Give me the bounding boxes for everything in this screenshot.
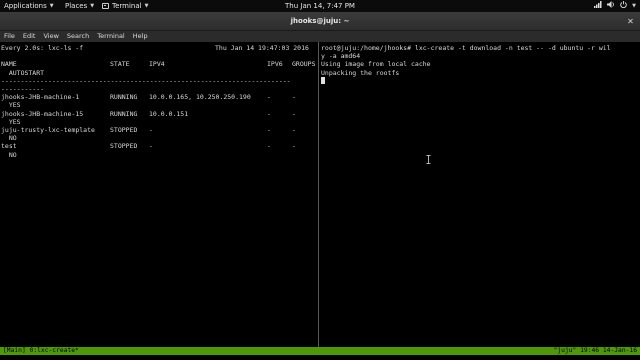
chevron-down-icon: ▼ bbox=[144, 3, 149, 9]
terminal-output-line: STOPPED bbox=[110, 126, 138, 134]
menu-help[interactable]: Help bbox=[129, 31, 152, 42]
pane-divider[interactable] bbox=[318, 42, 319, 347]
terminal-area[interactable]: Every 2.0s: lxc-ls -f Thu Jan 14 19:47:03… bbox=[0, 42, 640, 347]
bottom-strip bbox=[0, 355, 640, 360]
text-cursor-icon bbox=[426, 155, 431, 164]
menu-terminal[interactable]: Terminal bbox=[93, 31, 128, 42]
terminal-output-line: NO bbox=[1, 150, 17, 159]
menu-edit[interactable]: Edit bbox=[19, 31, 40, 42]
terminal-output-line: RUNNING bbox=[110, 109, 138, 118]
terminal-app-menu-label: Terminal bbox=[112, 2, 142, 10]
terminal-output-line: RUNNING bbox=[110, 93, 138, 102]
terminal-output-line: AUTOSTART bbox=[1, 68, 45, 77]
terminal-output-line: - bbox=[149, 126, 153, 134]
power-icon bbox=[620, 0, 627, 12]
places-menu-label: Places bbox=[65, 2, 88, 10]
terminal-output-line: - bbox=[267, 93, 271, 102]
terminal-output-line: YES bbox=[1, 117, 21, 126]
clock-wrapper: Thu Jan 14, 7:47 PM bbox=[0, 0, 640, 12]
terminal-cursor bbox=[321, 77, 325, 85]
terminal-output-line: - bbox=[292, 93, 296, 102]
applications-menu[interactable]: Applications ▼ bbox=[4, 0, 54, 12]
terminal-output-line: - bbox=[267, 126, 271, 134]
terminal-output-line: - bbox=[292, 142, 296, 151]
terminal-output-line: Using image from local cache bbox=[321, 60, 431, 69]
volume-icon bbox=[607, 0, 615, 12]
terminal-output-line: jhooks-JHB-machine-1 bbox=[1, 93, 80, 102]
terminal-output-line: ----------- bbox=[1, 85, 45, 93]
terminal-output-line: NAME bbox=[1, 60, 17, 69]
chevron-down-icon: ▼ bbox=[49, 3, 54, 9]
terminal-output-line: Unpacking the rootfs bbox=[321, 68, 400, 77]
places-menu[interactable]: Places ▼ bbox=[65, 0, 94, 12]
tmux-pane-right[interactable]: root@juju:/home/jhooks# lxc-create -t do… bbox=[320, 42, 638, 347]
terminal-output-line: GROUPS bbox=[292, 60, 316, 69]
menu-view[interactable]: View bbox=[39, 31, 62, 42]
terminal-output-line: juju-trusty-lxc-template bbox=[1, 126, 95, 134]
clock[interactable]: Thu Jan 14, 7:47 PM bbox=[285, 2, 355, 10]
terminal-icon bbox=[102, 3, 109, 9]
chevron-down-icon: ▼ bbox=[90, 3, 95, 9]
window-title-bar[interactable]: jhooks@juju: ~ ✕ bbox=[0, 12, 640, 31]
gnome-top-bar: Applications ▼ Places ▼ Terminal ▼ Thu J… bbox=[0, 0, 640, 12]
tmux-status-bar: [Main] 0:lxc-create* "juju" 19:46 14-Jan… bbox=[0, 347, 640, 355]
terminal-output-line: - bbox=[149, 142, 153, 151]
terminal-output-line: - bbox=[267, 142, 271, 151]
terminal-output-line: YES bbox=[1, 101, 21, 110]
menu-file[interactable]: File bbox=[0, 31, 19, 42]
terminal-output-line: jhooks-JHB-machine-15 bbox=[1, 109, 84, 118]
system-status-area[interactable]: ▼ bbox=[594, 0, 636, 12]
terminal-output-line: IPV6 bbox=[267, 60, 283, 69]
terminal-output-line: test bbox=[1, 142, 17, 151]
terminal-menu-bar: File Edit View Search Terminal Help bbox=[0, 31, 640, 42]
terminal-output-line: 10.0.0.165, 10.250.250.190 bbox=[149, 93, 251, 102]
terminal-output-line: NO bbox=[1, 134, 17, 143]
applications-menu-label: Applications bbox=[4, 2, 47, 10]
close-icon[interactable]: ✕ bbox=[625, 16, 636, 27]
tmux-pane-left[interactable]: Every 2.0s: lxc-ls -f Thu Jan 14 19:47:03… bbox=[0, 42, 318, 347]
terminal-output-line: - bbox=[267, 109, 271, 118]
terminal-output-line: - bbox=[292, 109, 296, 118]
terminal-output-line: y -a amd64 bbox=[321, 52, 361, 61]
terminal-output-line: STATE bbox=[110, 60, 130, 69]
terminal-output-line: root@juju:/home/jhooks# lxc-create -t do… bbox=[321, 44, 611, 52]
tmux-session-window: [Main] 0:lxc-create* bbox=[3, 347, 79, 354]
terminal-app-menu[interactable]: Terminal ▼ bbox=[102, 0, 148, 12]
terminal-output-line: IPV4 bbox=[149, 60, 165, 69]
window-title: jhooks@juju: ~ bbox=[290, 17, 350, 25]
terminal-output-line: Thu Jan 14 19:47:03 2016 bbox=[215, 44, 309, 52]
terminal-output-line: 10.0.0.151 bbox=[149, 109, 189, 118]
terminal-output-line: ----------------------------------------… bbox=[1, 76, 291, 85]
network-icon bbox=[594, 0, 602, 12]
terminal-output-line: Every 2.0s: lxc-ls -f bbox=[1, 44, 84, 52]
terminal-output-line: - bbox=[292, 126, 296, 134]
chevron-down-icon: ▼ bbox=[632, 3, 636, 9]
menu-search[interactable]: Search bbox=[63, 31, 93, 42]
tmux-host-time: "juju" 19:46 14-Jan-16 bbox=[553, 347, 637, 354]
terminal-output-line: STOPPED bbox=[110, 142, 138, 151]
